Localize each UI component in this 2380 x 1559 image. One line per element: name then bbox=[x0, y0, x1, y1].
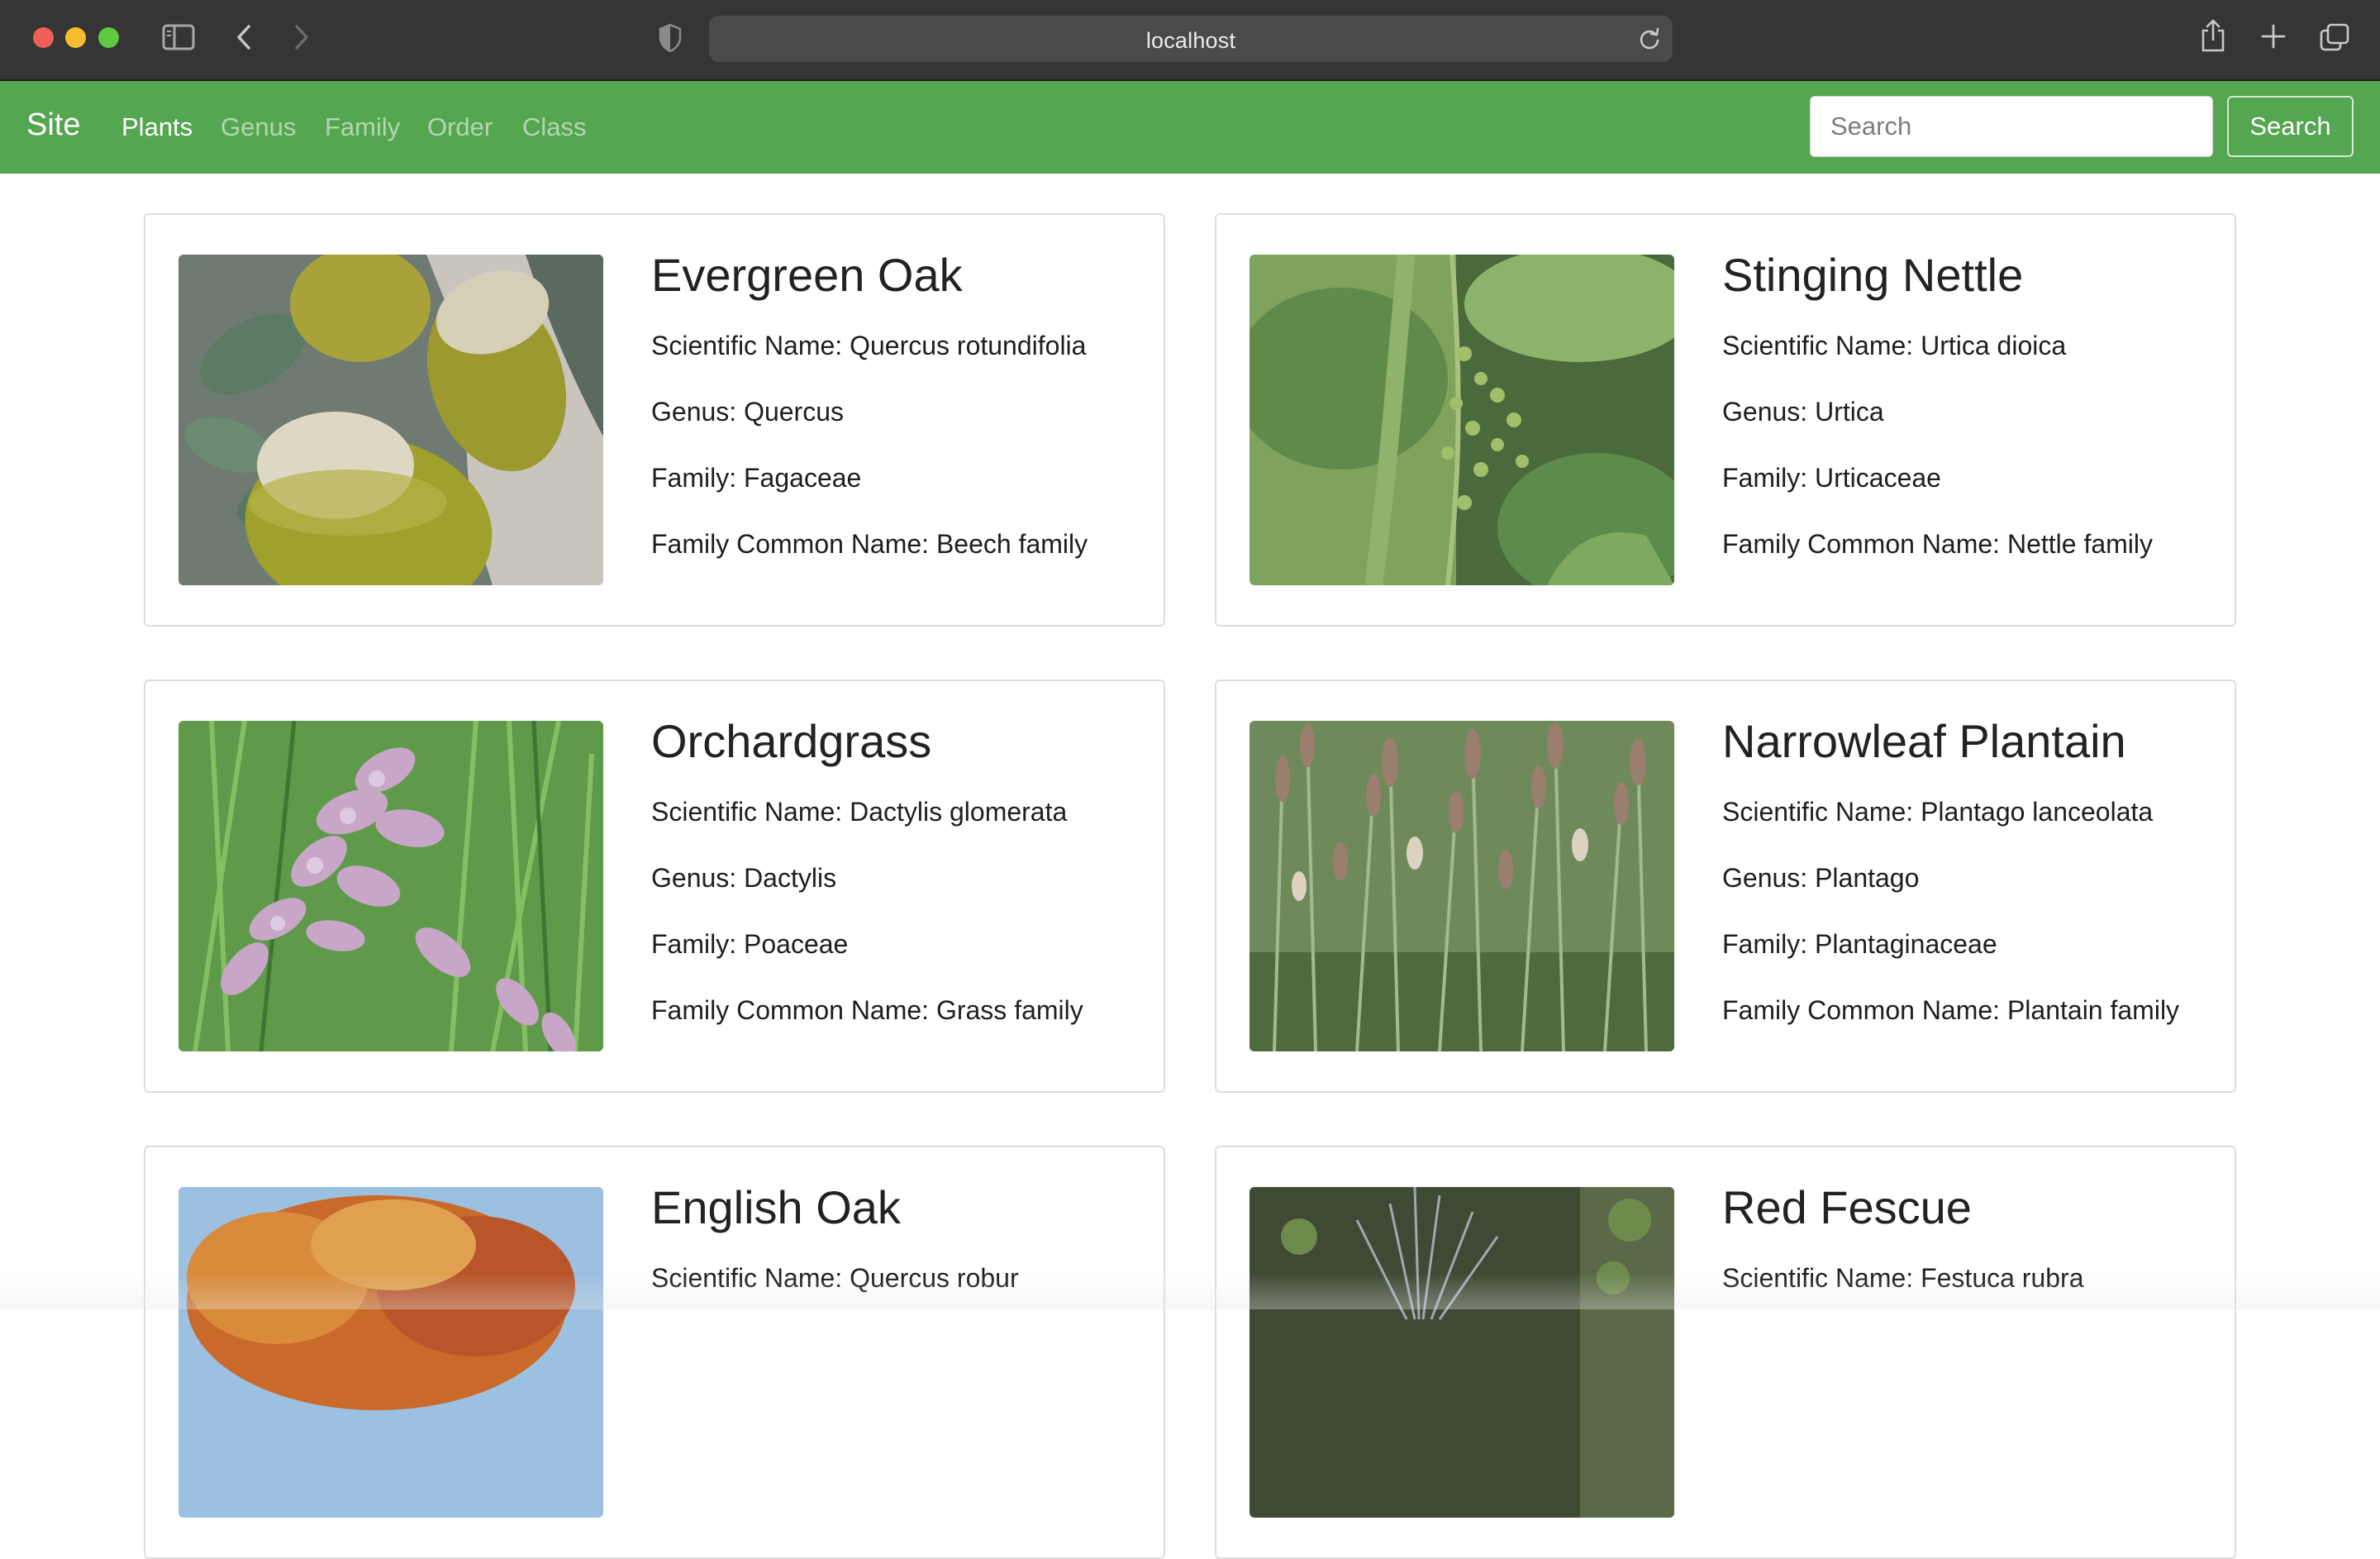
back-icon[interactable] bbox=[235, 23, 253, 51]
nav-link-order[interactable]: Order bbox=[427, 112, 493, 142]
plant-photo-english-oak bbox=[178, 1187, 603, 1518]
address-bar[interactable]: localhost bbox=[709, 16, 1673, 62]
search-input[interactable] bbox=[1810, 96, 2213, 157]
browser-toolbar: localhost bbox=[0, 0, 2380, 81]
plant-family: Family: Fagaceae bbox=[651, 463, 862, 493]
plant-genus: Genus: Urtica bbox=[1722, 397, 1884, 427]
plant-name: Stinging Nettle bbox=[1722, 249, 2024, 301]
site-navbar: Site Plants Genus Family Order Class Sea… bbox=[0, 81, 2380, 174]
forward-icon[interactable] bbox=[293, 23, 311, 51]
plant-photo-evergreen-oak bbox=[178, 255, 603, 585]
plant-card[interactable]: Narrowleaf Plantain Scientific Name: Pla… bbox=[1215, 679, 2236, 1093]
plant-family-common-name: Family Common Name: Plantain family bbox=[1722, 995, 2180, 1025]
plant-name: Orchardgrass bbox=[651, 715, 932, 767]
plant-genus: Genus: Dactylis bbox=[651, 863, 837, 893]
plant-family-common-name: Family Common Name: Beech family bbox=[651, 529, 1088, 559]
privacy-shield-icon[interactable] bbox=[659, 23, 682, 53]
site-brand-link[interactable]: Site bbox=[26, 107, 80, 143]
tab-overview-icon[interactable] bbox=[2319, 22, 2350, 52]
plant-photo-stinging-nettle bbox=[1250, 255, 1674, 585]
plant-name: Narrowleaf Plantain bbox=[1722, 715, 2126, 767]
plant-scientific-name: Scientific Name: Festuca rubra bbox=[1722, 1263, 2084, 1293]
plant-photo-orchardgrass bbox=[178, 721, 603, 1051]
plant-card[interactable]: English Oak Scientific Name: Quercus rob… bbox=[144, 1146, 1165, 1559]
plant-name: English Oak bbox=[651, 1181, 901, 1233]
plant-family-common-name: Family Common Name: Nettle family bbox=[1722, 529, 2153, 559]
new-tab-icon[interactable] bbox=[2260, 23, 2287, 50]
plant-photo-narrowleaf-plantain bbox=[1250, 721, 1674, 1051]
nav-link-class[interactable]: Class bbox=[522, 112, 587, 142]
plant-name: Red Fescue bbox=[1722, 1181, 1972, 1233]
plant-family: Family: Urticaceae bbox=[1722, 463, 1941, 493]
plant-family: Family: Plantaginaceae bbox=[1722, 929, 1997, 959]
url-text: localhost bbox=[1145, 28, 1236, 53]
plant-genus: Genus: Plantago bbox=[1722, 863, 1920, 893]
zoom-window-button[interactable] bbox=[98, 27, 119, 48]
plant-name: Evergreen Oak bbox=[651, 249, 963, 301]
plant-genus: Genus: Quercus bbox=[651, 397, 844, 427]
nav-link-plants[interactable]: Plants bbox=[121, 112, 193, 142]
plant-card[interactable]: Evergreen Oak Scientific Name: Quercus r… bbox=[144, 213, 1165, 627]
minimize-window-button[interactable] bbox=[65, 27, 86, 48]
sidebar-icon[interactable] bbox=[162, 23, 195, 51]
close-window-button[interactable] bbox=[33, 27, 54, 48]
plant-card[interactable]: Red Fescue Scientific Name: Festuca rubr… bbox=[1215, 1146, 2236, 1559]
plant-family: Family: Poaceae bbox=[651, 929, 849, 959]
plant-scientific-name: Scientific Name: Quercus rotundifolia bbox=[651, 331, 1087, 360]
plant-scientific-name: Scientific Name: Dactylis glomerata bbox=[651, 797, 1068, 827]
share-icon[interactable] bbox=[2200, 18, 2226, 53]
plant-card[interactable]: Orchardgrass Scientific Name: Dactylis g… bbox=[144, 679, 1165, 1093]
plant-scientific-name: Scientific Name: Quercus robur bbox=[651, 1263, 1019, 1293]
plant-scientific-name: Scientific Name: Plantago lanceolata bbox=[1722, 797, 2154, 827]
plant-family-common-name: Family Common Name: Grass family bbox=[651, 995, 1083, 1025]
plant-photo-red-fescue bbox=[1250, 1187, 1674, 1518]
plant-scientific-name: Scientific Name: Urtica dioica bbox=[1722, 331, 2067, 360]
reload-icon[interactable] bbox=[1638, 27, 1661, 50]
nav-link-family[interactable]: Family bbox=[325, 112, 400, 142]
plant-card[interactable]: Stinging Nettle Scientific Name: Urtica … bbox=[1215, 213, 2236, 627]
search-button[interactable]: Search bbox=[2227, 96, 2354, 157]
nav-link-genus[interactable]: Genus bbox=[221, 112, 296, 142]
